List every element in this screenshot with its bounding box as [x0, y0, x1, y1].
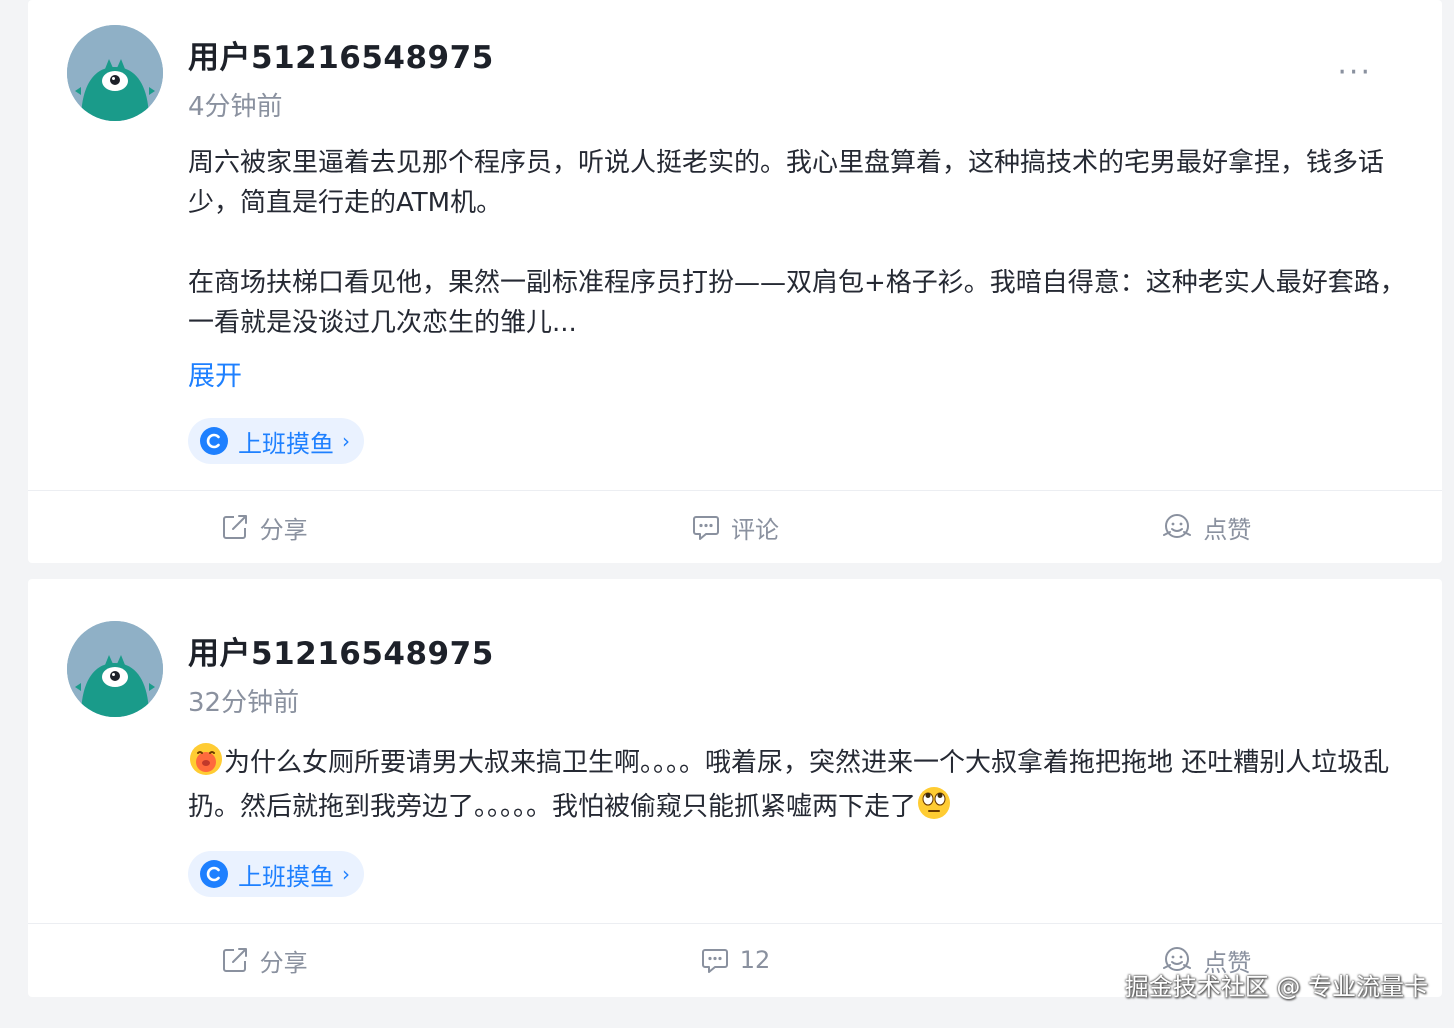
- juejin-circle-icon: [200, 860, 228, 888]
- eye-roll-emoji: [918, 787, 951, 819]
- comment-count: 12: [739, 946, 771, 974]
- monster-avatar-icon: [67, 621, 163, 717]
- post-time: 4分钟前: [188, 92, 283, 122]
- share-icon: [222, 948, 247, 972]
- post-paragraph: 在商场扶梯口看见他，果然一副标准程序员打扮——双肩包+格子衫。我暗自得意：这种老…: [188, 268, 1406, 338]
- comment-icon: [701, 949, 728, 973]
- juejin-circle-icon: [200, 427, 228, 455]
- post-card: 用户51216548975 32分钟前 为什么女厕所要请男大叔来搞卫生啊。。。。…: [28, 579, 1442, 997]
- monster-avatar-icon: [67, 25, 163, 121]
- comment-button[interactable]: 12: [499, 924, 970, 996]
- chevron-right-icon: ›: [342, 429, 350, 453]
- username[interactable]: 用户51216548975: [188, 628, 494, 673]
- post-content: 周六被家里逼着去见那个程序员，听说人挺老实的。我心里盘算着，这种搞技术的宅男最好…: [188, 143, 1413, 343]
- watermark: 掘金技术社区 @ 专业流量卡: [1124, 973, 1428, 1001]
- face-with-pout-emoji: [190, 743, 222, 775]
- post-content: 为什么女厕所要请男大叔来搞卫生啊。。。。哦着尿，突然进来一个大叔拿着拖把拖地 还…: [188, 741, 1413, 829]
- share-button[interactable]: 分享: [28, 924, 499, 996]
- like-label: 点赞: [1203, 515, 1252, 544]
- post-text: 为什么女厕所要请男大叔来搞卫生啊。。。。哦着尿，突然进来一个大叔拿着拖把拖地 还…: [188, 748, 1390, 822]
- share-label: 分享: [259, 515, 308, 544]
- comment-icon: [692, 516, 719, 540]
- topic-tag[interactable]: 上班摸鱼 ›: [188, 851, 364, 897]
- share-icon: [222, 515, 247, 539]
- topic-tag-label: 上班摸鱼: [238, 429, 334, 458]
- topic-tag-label: 上班摸鱼: [238, 862, 334, 891]
- like-face-icon: [1163, 514, 1192, 538]
- action-bar: 分享 评论 点赞: [28, 490, 1442, 563]
- expand-link[interactable]: 展开: [188, 354, 242, 393]
- comment-button[interactable]: 评论: [499, 491, 970, 563]
- comment-label: 评论: [730, 515, 779, 544]
- share-label: 分享: [259, 948, 308, 977]
- more-options-icon[interactable]: ···: [1337, 55, 1372, 90]
- username[interactable]: 用户51216548975: [188, 32, 494, 77]
- post-time: 32分钟前: [188, 688, 300, 718]
- post-feed: 用户51216548975 4分钟前 ··· 周六被家里逼着去见那个程序员，听说…: [0, 0, 1454, 1028]
- post-paragraph: 周六被家里逼着去见那个程序员，听说人挺老实的。我心里盘算着，这种搞技术的宅男最好…: [188, 148, 1385, 218]
- like-button[interactable]: 点赞: [971, 491, 1442, 563]
- avatar[interactable]: [67, 25, 163, 121]
- post-card: 用户51216548975 4分钟前 ··· 周六被家里逼着去见那个程序员，听说…: [28, 0, 1442, 563]
- topic-tag[interactable]: 上班摸鱼 ›: [188, 418, 364, 464]
- avatar[interactable]: [67, 621, 163, 717]
- chevron-right-icon: ›: [342, 862, 350, 886]
- share-button[interactable]: 分享: [28, 491, 499, 563]
